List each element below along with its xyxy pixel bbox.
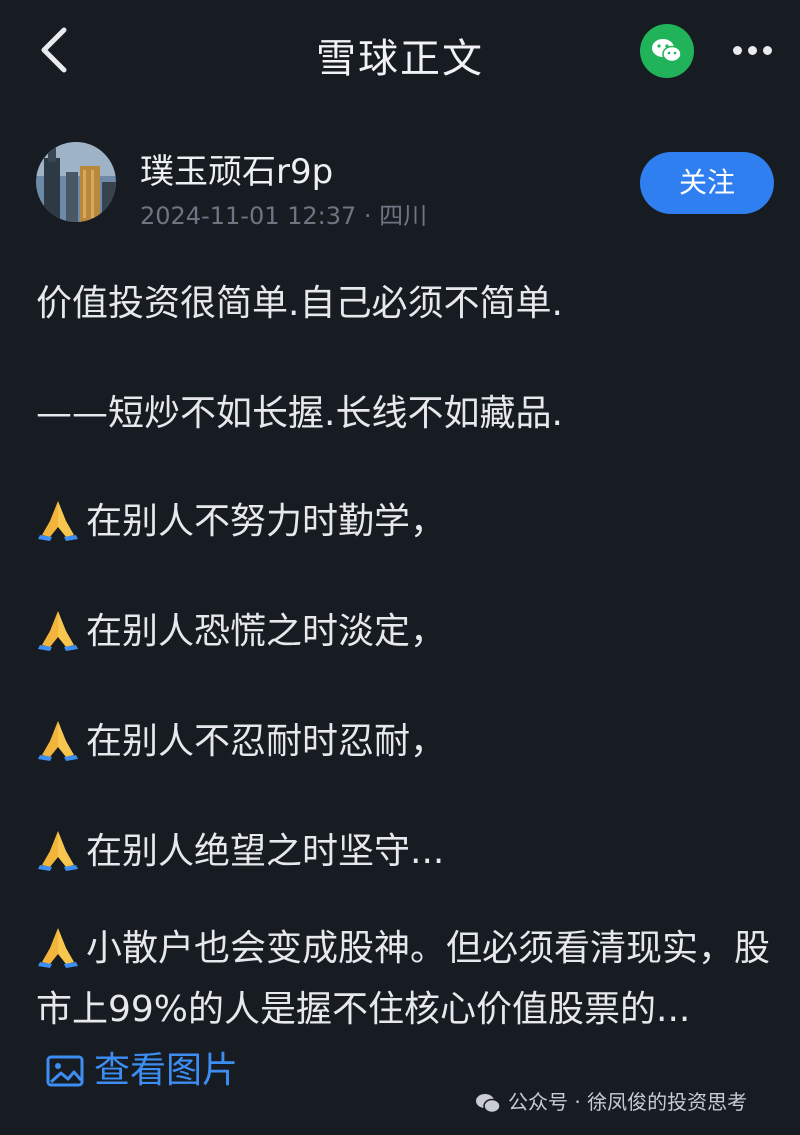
- pray-line-text: 在别人不忍耐时忍耐，: [86, 721, 447, 762]
- pray-line: 在别人不忍耐时忍耐，: [36, 712, 446, 764]
- view-image-link[interactable]: 查看图片: [46, 1040, 238, 1101]
- pray-line: 在别人绝望之时坚守...: [36, 822, 444, 874]
- pray-line-text: 在别人不努力时勤学，: [86, 501, 447, 542]
- follow-button[interactable]: 关注: [640, 152, 774, 214]
- avatar[interactable]: [36, 142, 116, 222]
- author-name[interactable]: 璞玉顽石r9p: [140, 144, 333, 193]
- avatar-image: [36, 142, 116, 222]
- pray-line-text: 在别人恐慌之时淡定，: [86, 611, 447, 652]
- post-line: 价值投资很简单.自己必须不简单.: [36, 283, 563, 324]
- watermark-text: 公众号 · 徐凤俊的投资思考: [508, 1090, 748, 1114]
- pray-line: 在别人不努力时勤学，: [36, 492, 446, 544]
- post-line: ——短炒不如长握.长线不如藏品.: [36, 393, 563, 434]
- wechat-share-button[interactable]: [640, 24, 694, 78]
- author-header: 璞玉顽石r9p 2024-11-01 12:37 · 四川 关注: [0, 138, 800, 238]
- more-dot: [748, 46, 757, 55]
- top-nav-bar: 雪球正文: [0, 0, 800, 100]
- folded-hands-icon: [38, 611, 78, 651]
- folded-hands-icon: [38, 721, 78, 761]
- wechat-account-watermark: 公众号 · 徐凤俊的投资思考: [474, 1086, 747, 1115]
- post-long-paragraph: 小散户也会变成股神。但必须看清现实，股市上99%的人是握不住核心价值股票的...…: [36, 918, 776, 1101]
- more-dot: [763, 46, 772, 55]
- pray-line: 在别人恐慌之时淡定，: [36, 602, 446, 654]
- folded-hands-icon: [38, 501, 78, 541]
- folded-hands-icon: [38, 831, 78, 871]
- image-icon: [46, 1055, 84, 1087]
- wechat-icon: [652, 39, 682, 63]
- pray-line-text: 在别人绝望之时坚守...: [86, 831, 445, 872]
- post-long-text: 小散户也会变成股神。但必须看清现实，股市上99%的人是握不住核心价值股票的...: [36, 928, 771, 1030]
- view-image-label: 查看图片: [94, 1050, 239, 1091]
- more-button[interactable]: [728, 32, 776, 68]
- wechat-icon: [476, 1094, 501, 1114]
- more-horizontal-icon: [733, 46, 742, 55]
- post-timestamp-location: 2024-11-01 12:37 · 四川: [140, 202, 428, 230]
- folded-hands-icon: [38, 928, 78, 968]
